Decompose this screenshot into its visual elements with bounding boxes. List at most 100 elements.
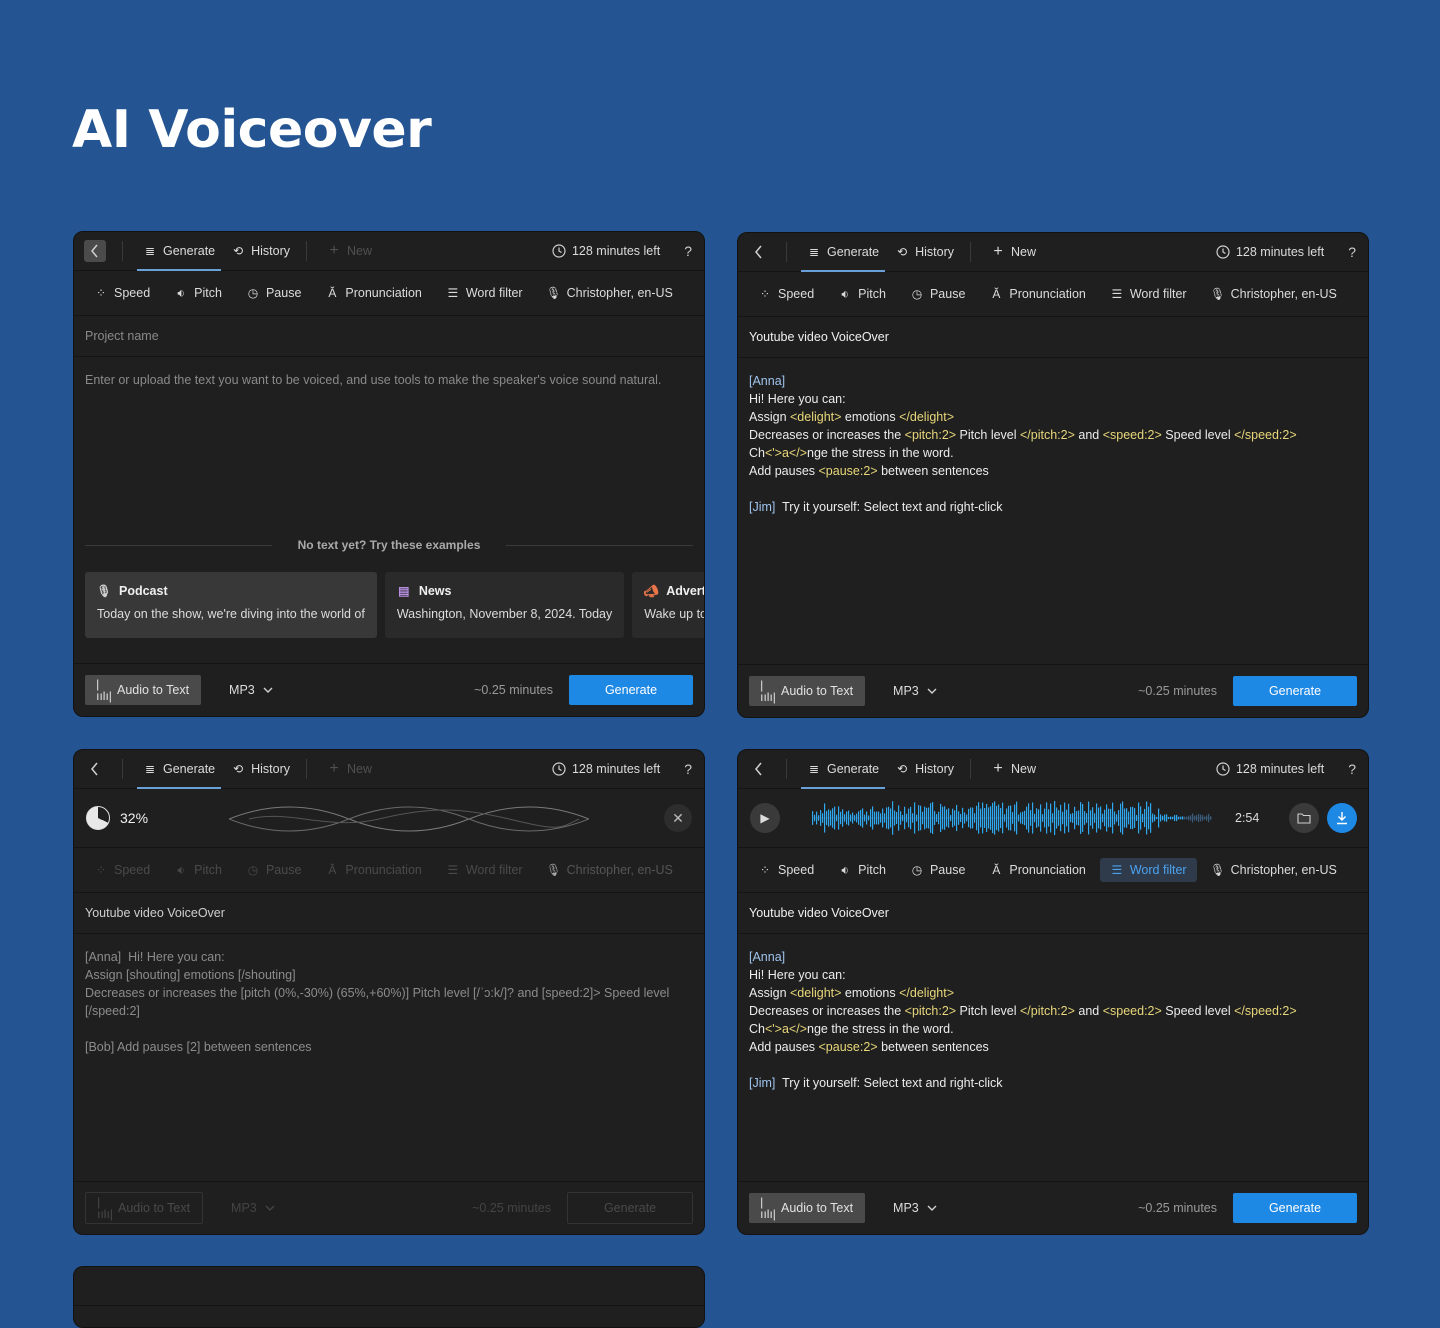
speed-tag[interactable]: </speed:2> [1234,428,1297,442]
voice-selector[interactable]: 🎙︎ Christopher, en-US [537,281,683,305]
pause-tool[interactable]: ◷ Pause [900,282,975,306]
play-button[interactable]: ▶ [750,803,780,833]
emotion-tag[interactable]: </delight> [899,986,954,1000]
word-filter-tool[interactable]: ☰ Word filter [436,858,533,882]
help-button[interactable]: ? [1348,761,1356,777]
pause-tool[interactable]: ◷ Pause [236,858,311,882]
pause-tool[interactable]: ◷ Pause [236,281,311,305]
tab-generate[interactable]: ≣ Generate [801,750,886,789]
speed-tag[interactable]: </speed:2> [1234,1004,1297,1018]
tab-history[interactable]: ⟲ History [889,750,960,788]
example-card-advertisement[interactable]: 📣︎ Advertisement Wake up to barista-quali… [632,572,704,638]
speed-tag[interactable]: <speed:2> [1103,1004,1162,1018]
waveform-bar [992,802,994,834]
waveform-bar [834,806,836,830]
text-input[interactable]: Enter or upload the text you want to be … [74,357,704,403]
pronunciation-tool[interactable]: Ă Pronunciation [315,858,431,882]
speed-label: Speed [778,863,815,877]
pause-tag[interactable]: <pause:2> [819,1040,878,1054]
generate-button[interactable]: Generate [567,1192,693,1224]
pitch-tag[interactable]: </pitch:2> [1020,1004,1075,1018]
chevron-down-icon [263,687,273,693]
speed-tag[interactable]: <speed:2> [1103,428,1162,442]
voice-selector[interactable]: 🎙︎ Christopher, en-US [1201,858,1347,882]
help-button[interactable]: ? [1348,244,1356,260]
help-button[interactable]: ? [684,243,692,259]
example-card-news[interactable]: ▤ News Washington, November 8, 2024. Toda… [384,572,625,638]
help-button[interactable]: ? [684,761,692,777]
tab-history[interactable]: ⟲ History [889,233,960,271]
emotion-tag[interactable]: </delight> [899,410,954,424]
back-button[interactable] [748,758,770,780]
audio-to-text-button[interactable]: |ıılı| Audio to Text [85,675,202,705]
pause-tag[interactable]: <pause:2> [819,464,878,478]
pronunciation-tool[interactable]: Ă Pronunciation [979,282,1095,306]
emotion-tag[interactable]: <delight> [790,410,841,424]
generate-button[interactable]: Generate [1233,1193,1357,1223]
back-button[interactable] [84,758,106,780]
new-button-label: New [1011,762,1037,776]
emotion-tag[interactable]: <delight> [790,986,841,1000]
cancel-button[interactable]: ✕ [664,804,692,832]
tab-history[interactable]: ⟲ History [225,232,296,270]
project-name-input[interactable]: Youtube video VoiceOver [74,893,704,934]
pitch-tool[interactable]: 🔉︎ Pitch [828,282,896,306]
format-select[interactable]: MP3 [893,684,937,698]
pitch-tool[interactable]: 🔉︎ Pitch [164,858,232,882]
text-editor[interactable]: [Anna] Hi! Here you can: Assign <delight… [738,934,1368,1106]
speed-tool[interactable]: ⁘ Speed [84,281,160,305]
format-select[interactable]: MP3 [893,1201,937,1215]
project-name-input[interactable]: Youtube video VoiceOver [738,317,1368,358]
minutes-left: 128 minutes left [1216,762,1324,776]
project-name-input[interactable]: Project name [74,316,704,357]
waveform[interactable] [812,800,1212,836]
new-button[interactable]: + New [985,750,1042,788]
minutes-left: 128 minutes left [1216,245,1324,259]
waveform-bar [926,807,928,829]
text-editor[interactable]: [Anna] Hi! Here you can: Assign [shoutin… [74,934,704,1070]
new-button[interactable]: + New [985,233,1042,271]
word-filter-tool[interactable]: ☰ Word filter [1099,858,1197,882]
pitch-tool[interactable]: 🔉︎ Pitch [828,858,896,882]
download-button[interactable] [1327,803,1357,833]
voice-selector[interactable]: 🎙︎ Christopher, en-US [537,858,683,882]
audio-to-text-button[interactable]: |ıılı| Audio to Text [749,1193,866,1223]
audio-to-text-button[interactable]: |ıılı| Audio to Text [85,1192,204,1224]
word-filter-tool[interactable]: ☰ Word filter [436,281,533,305]
new-button[interactable]: + New [321,750,378,788]
pitch-tag[interactable]: </pitch:2> [1020,428,1075,442]
megaphone-icon: 📣︎ [643,584,659,598]
stress-tag[interactable]: <'>a</> [765,1022,807,1036]
tab-generate[interactable]: ≣ Generate [137,750,222,789]
pitch-tool[interactable]: 🔉︎ Pitch [164,281,232,305]
word-filter-tool[interactable]: ☰ Word filter [1100,282,1197,306]
back-button[interactable] [84,240,106,262]
generate-button[interactable]: Generate [569,675,693,705]
waveform-bar [910,806,912,830]
tab-generate[interactable]: ≣ Generate [801,233,886,272]
tab-generate[interactable]: ≣ Generate [137,232,222,271]
voice-selector[interactable]: 🎙︎ Christopher, en-US [1201,282,1347,306]
text-editor[interactable]: [Anna] Hi! Here you can: Assign <delight… [738,358,1368,530]
waveform-bar [880,813,882,823]
new-button[interactable]: + New [321,232,378,270]
speed-tool[interactable]: ⁘ Speed [748,858,824,882]
pitch-tag[interactable]: <pitch:2> [905,428,956,442]
stress-tag[interactable]: <'>a</> [765,446,807,460]
project-name-input[interactable]: Youtube video VoiceOver [738,893,1368,934]
pronunciation-tool[interactable]: Ă Pronunciation [315,281,431,305]
format-select[interactable]: MP3 [231,1201,275,1215]
pronunciation-tool[interactable]: Ă Pronunciation [979,858,1095,882]
tab-history[interactable]: ⟲ History [225,750,296,788]
example-card-podcast[interactable]: 🎙︎ Podcast Today on the show, we're divin… [85,572,377,638]
generate-button[interactable]: Generate [1233,676,1357,706]
speed-tool[interactable]: ⁘ Speed [748,282,824,306]
format-select[interactable]: MP3 [229,683,273,697]
back-button[interactable] [748,241,770,263]
save-to-folder-button[interactable] [1289,803,1319,833]
back-button[interactable] [84,1275,106,1297]
audio-to-text-button[interactable]: |ıılı| Audio to Text [749,676,866,706]
pause-tool[interactable]: ◷ Pause [900,858,975,882]
pitch-tag[interactable]: <pitch:2> [905,1004,956,1018]
speed-tool[interactable]: ⁘ Speed [84,858,160,882]
